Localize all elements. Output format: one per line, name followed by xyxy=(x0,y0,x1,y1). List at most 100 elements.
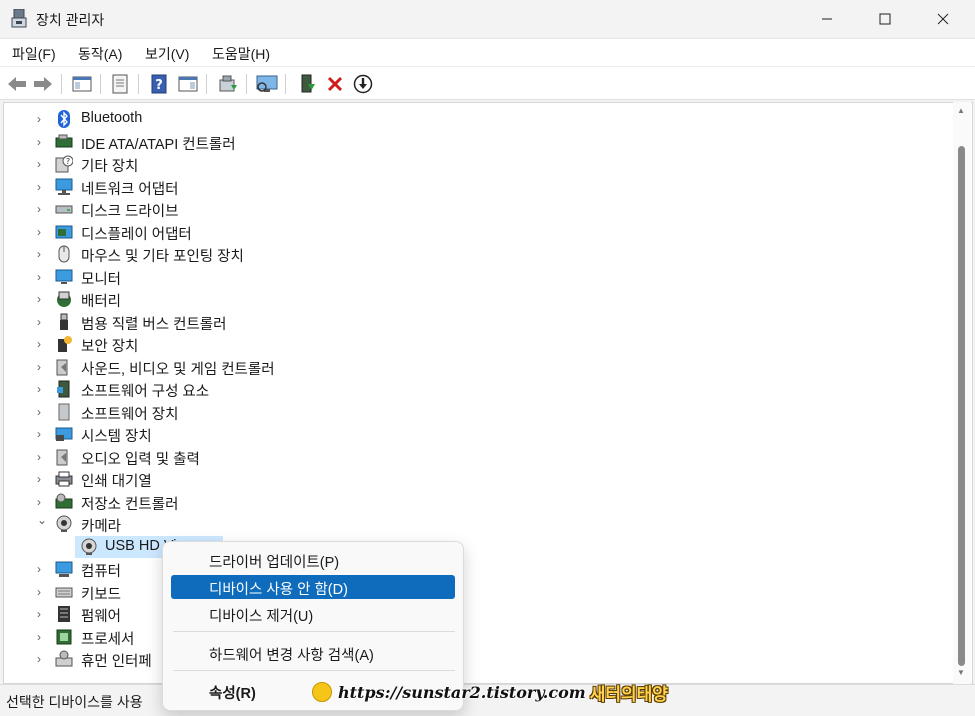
chevron-right-icon[interactable]: › xyxy=(37,112,47,126)
tree-category[interactable]: › 소프트웨어 장치 xyxy=(4,401,954,423)
menu-file[interactable]: 파일(F) xyxy=(12,44,56,64)
tree-category[interactable]: › 소프트웨어 구성 요소 xyxy=(4,378,954,400)
chevron-right-icon[interactable]: › xyxy=(37,180,47,194)
chevron-right-icon[interactable]: › xyxy=(37,450,47,464)
tree-category[interactable]: › IDE ATA/ATAPI 컨트롤러 xyxy=(4,131,954,153)
tree-category[interactable]: › 디스크 드라이브 xyxy=(4,198,954,220)
tree-category[interactable]: › 프로세서 xyxy=(4,626,954,648)
tree-category[interactable]: › 보안 장치 xyxy=(4,333,954,355)
scroll-up-arrow-icon[interactable]: ▲ xyxy=(957,106,967,116)
disk-drive-icon xyxy=(55,200,73,218)
tree-category[interactable]: ›? 기타 장치 xyxy=(4,153,954,175)
chevron-right-icon[interactable]: › xyxy=(37,247,47,261)
tree-category[interactable]: › 키보드 xyxy=(4,581,954,603)
menu-update-driver[interactable]: 드라이버 업데이트(P) xyxy=(171,548,455,572)
software-device-icon xyxy=(55,403,73,421)
toolbar-separator xyxy=(61,74,62,94)
tree-category-label: 키보드 xyxy=(81,586,122,603)
chevron-right-icon[interactable]: › xyxy=(37,315,47,329)
action-pane-button[interactable] xyxy=(176,72,200,96)
unknown-device-icon: ? xyxy=(55,155,74,173)
properties-button[interactable] xyxy=(108,72,132,96)
menu-help[interactable]: 도움말(H) xyxy=(212,44,270,64)
tree-category[interactable]: › 저장소 컨트롤러 xyxy=(4,491,954,513)
chevron-right-icon[interactable]: › xyxy=(37,472,47,486)
console-tree-button[interactable] xyxy=(70,72,94,96)
close-icon xyxy=(937,13,949,25)
chevron-right-icon[interactable]: › xyxy=(37,225,47,239)
enable-device-button[interactable] xyxy=(295,72,319,96)
watermark-url: https://sunstar2.tistory.com xyxy=(338,682,586,702)
minimize-button[interactable] xyxy=(798,0,856,38)
tree-category[interactable]: › 휴먼 인터페 xyxy=(4,648,954,670)
tree-category-label: 인쇄 대기열 xyxy=(81,474,152,490)
svg-text:?: ? xyxy=(155,78,163,93)
menu-scan-hardware[interactable]: 하드웨어 변경 사항 검색(A) xyxy=(171,641,455,665)
toolbar-separator xyxy=(100,74,101,94)
tree-category[interactable]: › 모니터 xyxy=(4,266,954,288)
tree-category-label: 프로세서 xyxy=(81,631,135,648)
help-button[interactable]: ? xyxy=(147,72,171,96)
chevron-right-icon[interactable]: › xyxy=(37,630,47,644)
tree-category[interactable]: › 컴퓨터 xyxy=(4,558,954,580)
back-button[interactable] xyxy=(5,72,29,96)
tree-category[interactable]: › 디스플레이 어댑터 xyxy=(4,221,954,243)
menu-disable-device[interactable]: 디바이스 사용 안 함(D) xyxy=(171,575,455,599)
scroll-down-arrow-icon[interactable]: ▼ xyxy=(957,668,967,678)
chevron-right-icon[interactable]: › xyxy=(37,562,47,576)
chevron-right-icon[interactable]: › xyxy=(37,337,47,351)
chevron-right-icon[interactable]: › xyxy=(37,585,47,599)
chevron-down-icon[interactable]: ⌄ xyxy=(37,513,47,527)
chevron-right-icon[interactable]: › xyxy=(37,202,47,216)
device-manager-icon xyxy=(11,9,27,28)
maximize-button[interactable] xyxy=(856,0,914,38)
chevron-right-icon[interactable]: › xyxy=(37,607,47,621)
scroll-thumb[interactable] xyxy=(958,146,965,666)
tree-category[interactable]: › 네트워크 어댑터 xyxy=(4,176,954,198)
toolbar-separator xyxy=(285,74,286,94)
tree-category[interactable]: › Bluetooth xyxy=(4,108,954,130)
tree-category[interactable]: › 시스템 장치 xyxy=(4,423,954,445)
status-text: 선택한 디바이스를 사용 xyxy=(6,694,143,710)
menu-view[interactable]: 보기(V) xyxy=(145,44,189,64)
menu-scan-hardware-label: 하드웨어 변경 사항 검색(A) xyxy=(209,648,374,664)
computer-icon xyxy=(55,560,73,578)
tree-category[interactable]: ⌄ 카메라 xyxy=(4,513,954,535)
chevron-right-icon[interactable]: › xyxy=(37,292,47,306)
chevron-right-icon[interactable]: › xyxy=(37,157,47,171)
menu-action[interactable]: 동작(A) xyxy=(78,44,122,64)
webcam-icon xyxy=(80,538,98,556)
tree-category-label: 범용 직렬 버스 컨트롤러 xyxy=(81,316,227,333)
chevron-right-icon[interactable]: › xyxy=(37,382,47,396)
vertical-scrollbar[interactable]: ▲ ▼ xyxy=(953,102,971,684)
tree-category[interactable]: › 오디오 입력 및 출력 xyxy=(4,446,954,468)
tree-category[interactable]: › 펌웨어 xyxy=(4,603,954,625)
menu-uninstall-device[interactable]: 디바이스 제거(U) xyxy=(171,602,455,626)
keyboard-icon xyxy=(55,583,73,601)
tree-category[interactable]: › 마우스 및 기타 포인팅 장치 xyxy=(4,243,954,265)
tree-category[interactable]: › 배터리 xyxy=(4,288,954,310)
chevron-right-icon[interactable]: › xyxy=(37,652,47,666)
disable-device-button[interactable] xyxy=(351,72,375,96)
tree-device-usb-hd-camera[interactable]: USB HD Vi xyxy=(4,535,954,558)
monitor-icon xyxy=(55,268,73,286)
chevron-right-icon[interactable]: › xyxy=(37,405,47,419)
scan-hardware-button[interactable] xyxy=(255,72,279,96)
chevron-right-icon[interactable]: › xyxy=(37,495,47,509)
chevron-right-icon[interactable]: › xyxy=(37,427,47,441)
forward-button[interactable] xyxy=(31,72,55,96)
tree-category[interactable]: › 범용 직렬 버스 컨트롤러 xyxy=(4,311,954,333)
device-tree[interactable]: › Bluetooth › IDE ATA/ATAPI 컨트롤러 ›? 기타 장치 › 네트워… xyxy=(3,102,973,684)
title-bar[interactable]: 장치 관리자 xyxy=(0,0,975,38)
chevron-right-icon[interactable]: › xyxy=(37,270,47,284)
update-driver-button[interactable] xyxy=(216,72,240,96)
maximize-icon xyxy=(879,13,891,25)
uninstall-device-button[interactable] xyxy=(323,72,347,96)
tree-category[interactable]: › 사운드, 비디오 및 게임 컨트롤러 xyxy=(4,356,954,378)
menu-uninstall-device-label: 디바이스 제거(U) xyxy=(209,609,314,625)
close-button[interactable] xyxy=(914,0,972,38)
tree-category[interactable]: › 인쇄 대기열 xyxy=(4,468,954,490)
chevron-right-icon[interactable]: › xyxy=(37,360,47,374)
chevron-right-icon[interactable]: › xyxy=(37,135,47,149)
menu-separator xyxy=(173,670,455,671)
